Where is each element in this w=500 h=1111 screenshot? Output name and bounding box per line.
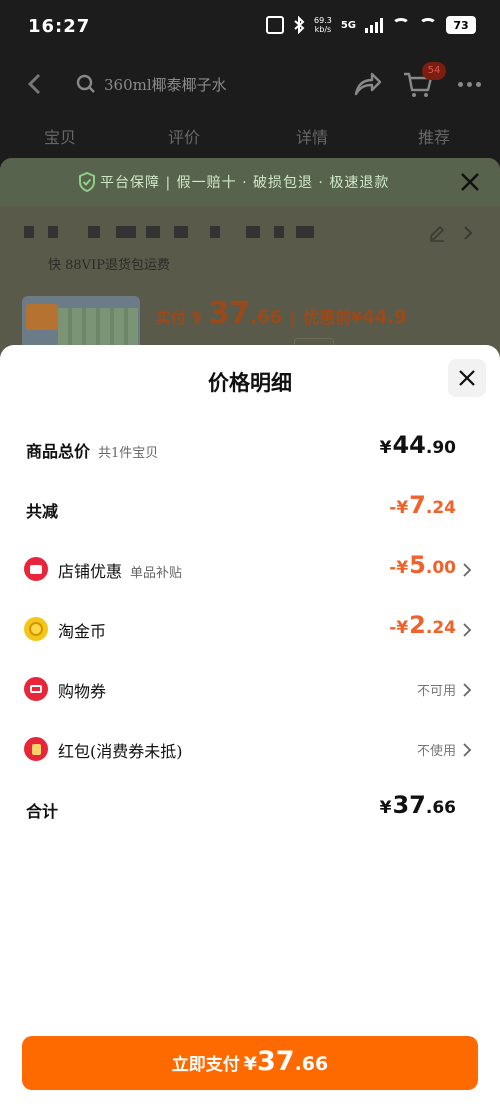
voucher-status: 不可用 <box>416 684 456 699</box>
chevron-right-icon <box>463 683 472 697</box>
row-label: 购物券 <box>58 682 107 701</box>
search-input[interactable]: 360ml椰泰椰子水 <box>70 64 330 104</box>
more-dot <box>466 81 472 87</box>
guarantee-text: 平台保障 | 假一赔十 · 破损包退 · 极速退款 <box>100 175 390 191</box>
total-amount: ¥37.66 <box>379 791 456 819</box>
close-icon <box>459 370 475 386</box>
network-type: 5G <box>340 19 356 31</box>
search-icon <box>76 74 95 93</box>
tab-recommend[interactable]: 推荐 <box>418 124 450 148</box>
row-subtotal: 商品总价 共1件宝贝 ¥44.90 <box>0 429 500 469</box>
status-icons: 69.3 kb/s 5G 73 <box>266 16 476 34</box>
row-label: 商品总价 共1件宝贝 <box>26 442 159 461</box>
subtotal-amount: ¥44.90 <box>379 431 456 459</box>
shop-discount-icon <box>24 557 48 581</box>
more-menu-button[interactable] <box>452 70 486 98</box>
net-speed: 69.3 kb/s <box>314 16 332 34</box>
row-label: 红包(消费券未抵) <box>58 742 183 761</box>
status-bar: 16:27 69.3 kb/s 5G 73 <box>0 0 500 56</box>
back-button[interactable] <box>20 70 48 98</box>
price-detail-sheet: 价格明细 商品总价 共1件宝贝 ¥44.90 共减 -¥ 7.24 店铺优惠 单品补贴… <box>0 345 500 1111</box>
row-sublabel: 共1件宝贝 <box>98 446 159 461</box>
signal-icon <box>365 17 383 33</box>
shopping-voucher-icon <box>24 677 48 701</box>
tab-reviews[interactable]: 评价 <box>168 124 200 148</box>
shipping-info: 快 88VIP退货包运费 <box>48 258 170 273</box>
blurred-address <box>24 226 324 240</box>
edit-icon[interactable] <box>428 224 446 242</box>
back-arrow-icon <box>27 73 41 95</box>
platform-guarantee-bar: 平台保障 | 假一赔十 · 破损包退 · 极速退款 <box>0 158 500 206</box>
shop-discount-amount: -¥ 5.00 <box>389 551 456 579</box>
red-envelope-icon <box>24 737 48 761</box>
row-total: 合计 ¥37.66 <box>0 789 500 829</box>
product-tabs: 宝贝 评价 详情 推荐 <box>0 116 500 156</box>
total-discount-amount: -¥ 7.24 <box>389 491 456 519</box>
more-dot <box>457 81 463 87</box>
tao-coin-icon <box>24 617 48 641</box>
vibrate-icon <box>266 16 285 34</box>
pay-button-label: 立即支付 <box>171 1055 240 1075</box>
battery-icon: 73 <box>446 16 476 34</box>
row-total-discount: 共减 -¥ 7.24 <box>0 489 500 529</box>
wifi-icon <box>419 18 437 32</box>
top-nav: 360ml椰泰椰子水 54 <box>0 56 500 112</box>
close-icon[interactable] <box>458 170 482 194</box>
row-shop-discount[interactable]: 店铺优惠 单品补贴 -¥ 5.00 <box>0 549 500 589</box>
chevron-right-icon <box>463 563 472 577</box>
close-button[interactable] <box>448 359 486 397</box>
wifi-icon <box>392 18 410 32</box>
cart-count-badge: 54 <box>422 62 446 80</box>
shield-check-icon <box>79 172 95 192</box>
status-time: 16:27 <box>28 16 91 37</box>
order-confirm-panel: 平台保障 | 假一赔十 · 破损包退 · 极速退款 快 88VIP退货包运费 实… <box>0 158 500 358</box>
search-text: 360ml椰泰椰子水 <box>104 75 227 94</box>
row-label: 店铺优惠 单品补贴 <box>58 562 183 581</box>
share-icon[interactable] <box>352 70 382 98</box>
row-tao-coin[interactable]: 淘金币 -¥ 2.24 <box>0 609 500 649</box>
chevron-right-icon <box>463 623 472 637</box>
product-thumbnail-badge <box>26 304 58 330</box>
pay-now-button[interactable]: 立即支付 ¥ 37 .66 <box>22 1036 478 1090</box>
row-label: 共减 <box>26 502 59 521</box>
row-sublabel: 单品补贴 <box>130 566 183 581</box>
bluetooth-icon <box>294 16 305 34</box>
tao-coin-amount: -¥ 2.24 <box>389 611 456 639</box>
sheet-title: 价格明细 <box>208 370 292 395</box>
chevron-right-icon <box>464 226 473 240</box>
chevron-right-icon <box>463 743 472 757</box>
tab-item[interactable]: 宝贝 <box>44 124 76 148</box>
product-price-line: 实付 ¥ 37 .66 | 优惠前 ¥ 44.9 <box>156 296 407 331</box>
row-shopping-voucher[interactable]: 购物券 不可用 <box>0 669 500 709</box>
row-label: 淘金币 <box>58 622 107 641</box>
red-envelope-status: 不使用 <box>416 744 456 759</box>
tab-details[interactable]: 详情 <box>296 124 328 148</box>
more-dot <box>475 81 481 87</box>
row-red-envelope[interactable]: 红包(消费券未抵) 不使用 <box>0 729 500 769</box>
row-label: 合计 <box>26 802 59 821</box>
